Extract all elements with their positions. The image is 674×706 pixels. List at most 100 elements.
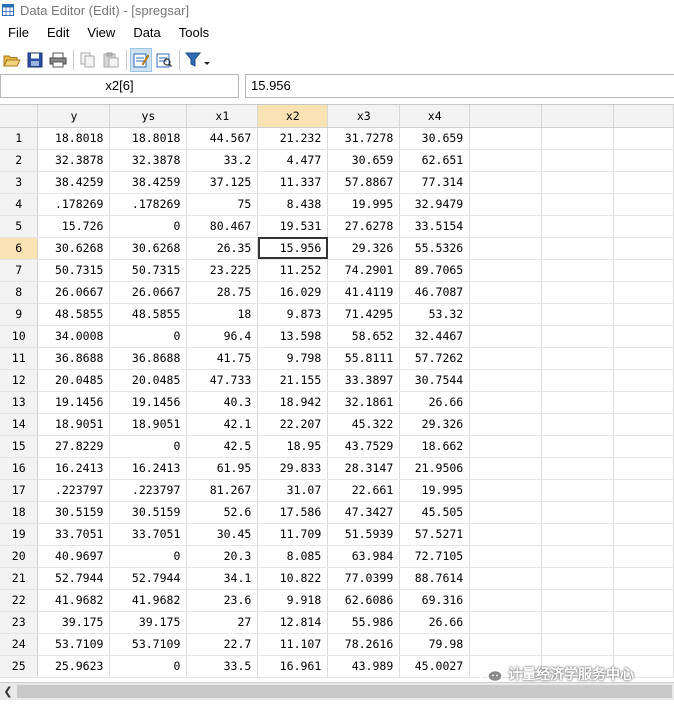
cell-x1[interactable]: 23.6 [186,589,259,612]
row-number[interactable]: 23 [0,611,39,634]
cell-y[interactable]: 30.6268 [37,237,111,260]
copy-button[interactable] [77,48,99,72]
cell-x1[interactable]: 26.35 [186,237,259,260]
cell-x3[interactable]: 19.995 [327,193,401,216]
cell-y[interactable]: 34.0008 [37,325,111,348]
cell-y[interactable]: 26.0667 [37,281,111,304]
menu-data[interactable]: Data [124,25,169,40]
cell-x4[interactable]: 46.7087 [399,281,471,304]
cell-y[interactable]: 36.8688 [37,347,111,370]
horizontal-scrollbar[interactable]: ❮ [0,682,674,700]
row-number[interactable]: 12 [0,369,39,392]
cell-x1[interactable]: 80.467 [186,215,259,238]
row-number[interactable]: 20 [0,545,39,568]
cell-y[interactable]: 25.9623 [37,655,111,678]
edit-mode-button[interactable] [130,48,152,72]
column-header-x2[interactable]: x2 [257,105,329,128]
cell-x2[interactable]: 10.822 [257,567,329,590]
cell-y[interactable]: 16.2413 [37,457,111,480]
row-number[interactable]: 7 [0,259,39,282]
cell-x1[interactable]: 44.567 [186,127,259,150]
cell-ys[interactable]: .178269 [109,193,188,216]
cell-x1[interactable]: 75 [186,193,259,216]
cell-x3[interactable]: 77.0399 [327,567,401,590]
row-number[interactable]: 3 [0,171,39,194]
row-number[interactable]: 5 [0,215,39,238]
cell-x4[interactable]: 45.505 [399,501,471,524]
cell-x2[interactable]: 11.337 [257,171,329,194]
cell-x3[interactable]: 63.984 [327,545,401,568]
cell-ys[interactable]: 39.175 [109,611,188,634]
cell-x1[interactable]: 42.1 [186,413,259,436]
cell-x4[interactable]: 32.4467 [399,325,471,348]
cell-x1[interactable]: 42.5 [186,435,259,458]
row-number[interactable]: 4 [0,193,39,216]
paste-button[interactable] [100,48,122,72]
cell-x4[interactable]: 30.7544 [399,369,471,392]
cell-x4[interactable]: 19.995 [399,479,471,502]
cell-x2[interactable]: 16.961 [257,655,329,678]
row-number[interactable]: 6 [0,237,39,260]
cell-x2[interactable]: 18.942 [257,391,329,414]
row-number[interactable]: 15 [0,435,39,458]
cell-x2[interactable]: 8.438 [257,193,329,216]
row-number[interactable]: 14 [0,413,39,436]
cell-ys[interactable]: 0 [109,325,188,348]
cell-x3[interactable]: 22.661 [327,479,401,502]
row-number[interactable]: 11 [0,347,39,370]
cell-x4[interactable]: 45.0027 [399,655,471,678]
cell-x4[interactable]: 18.662 [399,435,471,458]
cell-y[interactable]: 53.7109 [37,633,111,656]
cell-x4[interactable]: 88.7614 [399,567,471,590]
column-header-x1[interactable]: x1 [186,105,259,128]
scrollbar-thumb[interactable] [17,685,672,698]
cell-ys[interactable]: 20.0485 [109,369,188,392]
cell-y[interactable]: 40.9697 [37,545,111,568]
menu-file[interactable]: File [0,25,38,40]
cell-x3[interactable]: 47.3427 [327,501,401,524]
cell-x4[interactable]: 53.32 [399,303,471,326]
cell-x3[interactable]: 51.5939 [327,523,401,546]
cell-x3[interactable]: 71.4295 [327,303,401,326]
cell-ys[interactable]: 30.6268 [109,237,188,260]
cell-value-input[interactable]: 15.956 [245,74,674,98]
row-number[interactable]: 1 [0,127,39,150]
cell-ys[interactable]: 0 [109,435,188,458]
cell-y[interactable]: 19.1456 [37,391,111,414]
row-number[interactable]: 25 [0,655,39,678]
cell-x2[interactable]: 21.232 [257,127,329,150]
cell-ys[interactable]: .223797 [109,479,188,502]
cell-x4[interactable]: 69.316 [399,589,471,612]
cell-x4[interactable]: 62.651 [399,149,471,172]
cell-x1[interactable]: 47.733 [186,369,259,392]
row-number[interactable]: 22 [0,589,39,612]
cell-y[interactable]: 20.0485 [37,369,111,392]
row-number[interactable]: 24 [0,633,39,656]
scroll-left-icon[interactable]: ❮ [0,683,16,700]
cell-x2[interactable]: 11.252 [257,259,329,282]
cell-ys[interactable]: 0 [109,215,188,238]
cell-x4[interactable]: 26.66 [399,391,471,414]
cell-x4[interactable]: 77.314 [399,171,471,194]
row-number[interactable]: 13 [0,391,39,414]
cell-x2[interactable]: 31.07 [257,479,329,502]
cell-y[interactable]: 30.5159 [37,501,111,524]
cell-x3[interactable]: 32.1861 [327,391,401,414]
browse-mode-button[interactable] [153,48,175,72]
row-number[interactable]: 18 [0,501,39,524]
cell-ys[interactable]: 32.3878 [109,149,188,172]
cell-reference-box[interactable]: x2[6] [0,74,239,98]
cell-x2[interactable]: 9.918 [257,589,329,612]
cell-x3[interactable]: 28.3147 [327,457,401,480]
cell-ys[interactable]: 19.1456 [109,391,188,414]
cell-ys[interactable]: 33.7051 [109,523,188,546]
cell-x1[interactable]: 30.45 [186,523,259,546]
cell-x3[interactable]: 78.2616 [327,633,401,656]
cell-x2[interactable]: 21.155 [257,369,329,392]
cell-x1[interactable]: 96.4 [186,325,259,348]
cell-x2[interactable]: 12.814 [257,611,329,634]
cell-x3[interactable]: 57.8867 [327,171,401,194]
row-number[interactable]: 19 [0,523,39,546]
cell-x1[interactable]: 22.7 [186,633,259,656]
cell-x1[interactable]: 23.225 [186,259,259,282]
